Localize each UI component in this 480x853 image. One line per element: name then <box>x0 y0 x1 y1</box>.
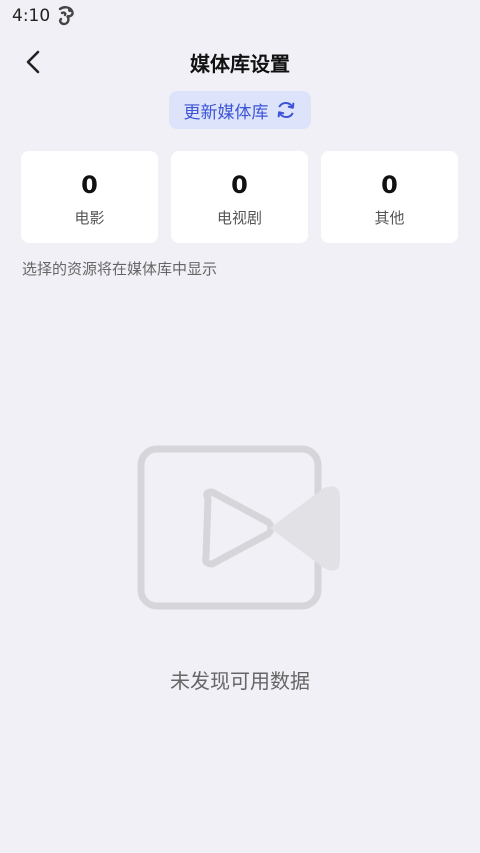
stat-label: 其他 <box>374 209 405 227</box>
header: 媒体库设置 <box>0 40 480 84</box>
status-bar: 4:10 <box>0 0 480 34</box>
video-camera-icon <box>137 445 340 610</box>
stat-card-movies[interactable]: 0 电影 <box>21 151 158 243</box>
stat-label: 电视剧 <box>216 209 262 227</box>
refresh-library-label: 更新媒体库 <box>183 102 269 123</box>
library-hint: 选择的资源将在媒体库中显示 <box>22 260 218 278</box>
refresh-icon <box>277 101 294 119</box>
app-notification-icon <box>58 6 74 26</box>
stat-count: 0 <box>381 171 398 199</box>
stat-card-tv-series[interactable]: 0 电视剧 <box>171 151 308 243</box>
empty-state-text: 未发现可用数据 <box>170 669 310 693</box>
status-time: 4:10 <box>12 6 51 26</box>
page-title: 媒体库设置 <box>190 52 290 76</box>
refresh-library-button[interactable]: 更新媒体库 <box>169 91 311 129</box>
stat-card-other[interactable]: 0 其他 <box>321 151 458 243</box>
stat-count: 0 <box>231 171 248 199</box>
stat-count: 0 <box>81 171 98 199</box>
stat-label: 电影 <box>74 209 105 227</box>
